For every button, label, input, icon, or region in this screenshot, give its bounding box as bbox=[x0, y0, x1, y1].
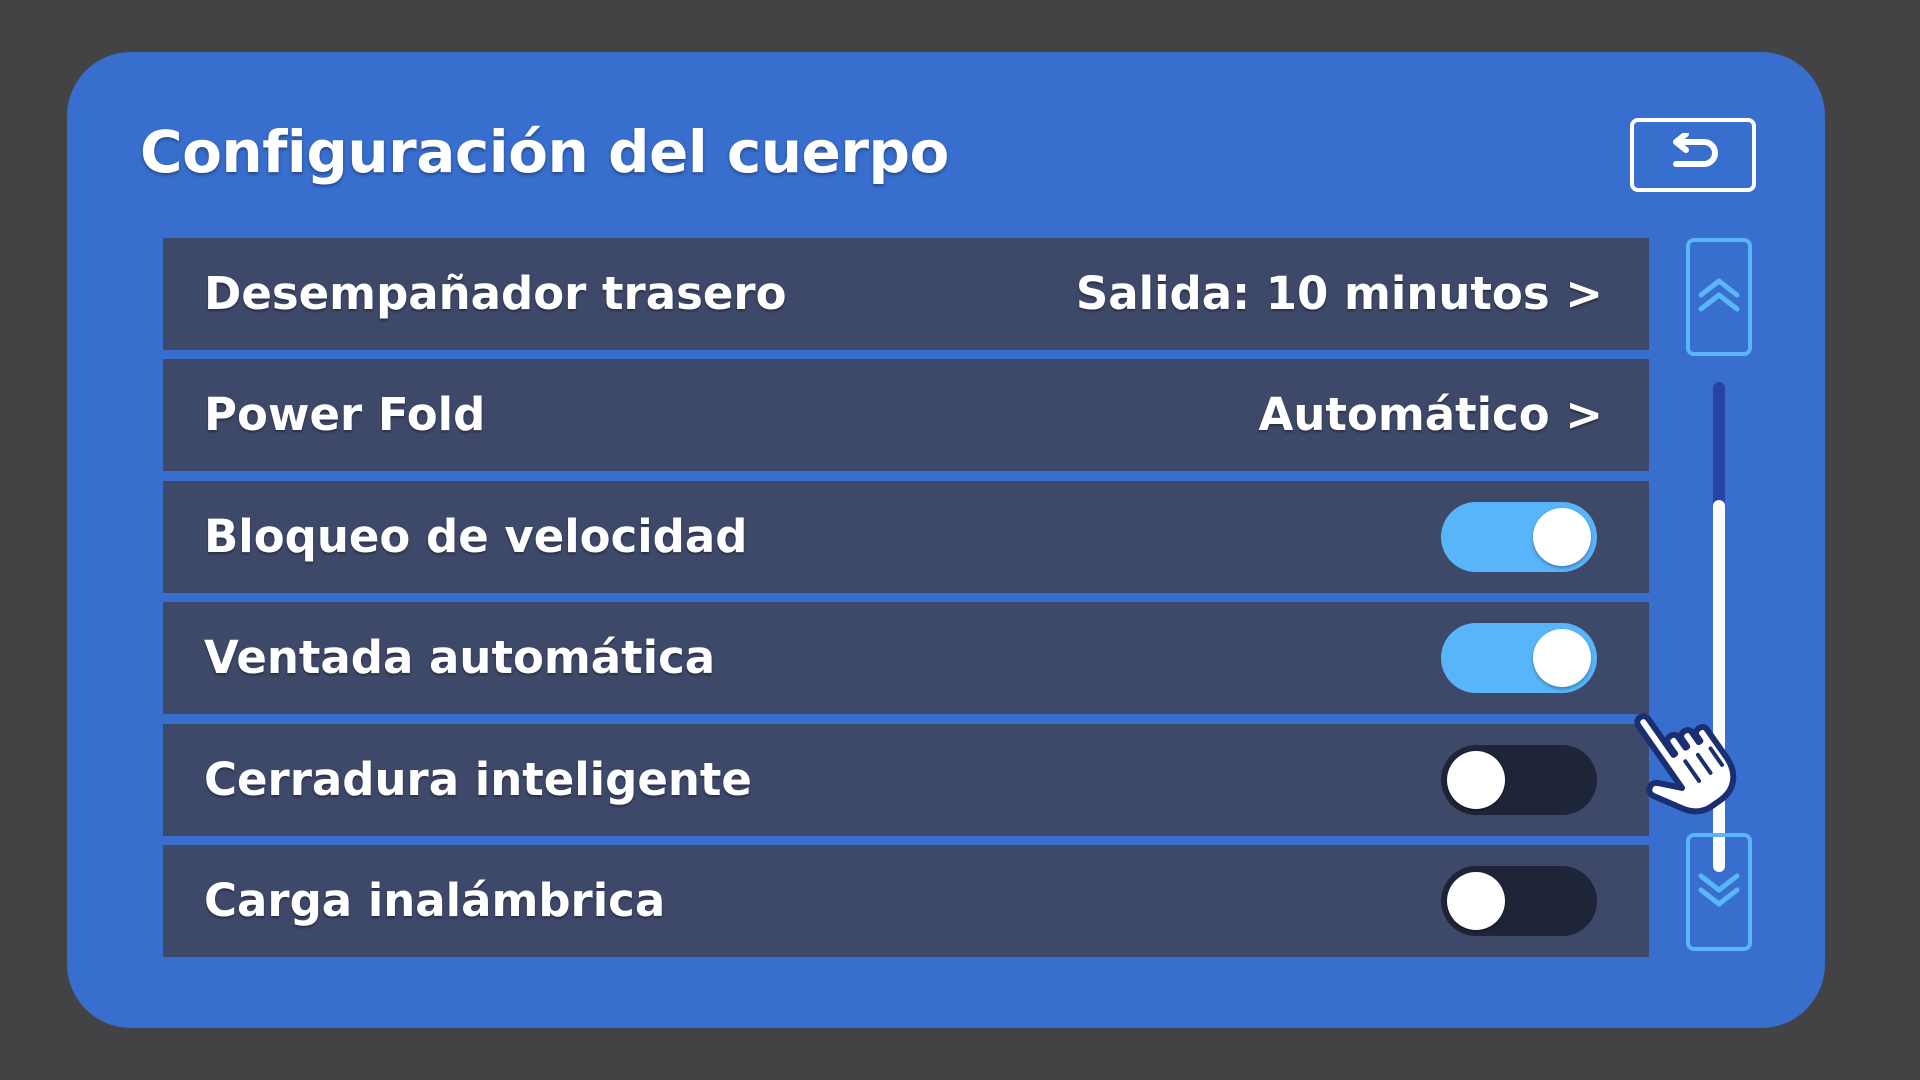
setting-row-auto-window: Ventada automática bbox=[163, 602, 1649, 714]
setting-value: Salida: 10 minutos > bbox=[1075, 267, 1603, 320]
setting-label: Carga inalámbrica bbox=[204, 874, 666, 927]
double-chevron-up-icon bbox=[1697, 275, 1741, 319]
wireless-charging-toggle[interactable] bbox=[1441, 866, 1597, 936]
scrollbar-track[interactable] bbox=[1713, 382, 1725, 872]
setting-label: Bloqueo de velocidad bbox=[204, 510, 748, 563]
settings-panel: Configuración del cuerpo Desempañador tr… bbox=[67, 52, 1825, 1028]
setting-label: Power Fold bbox=[204, 388, 486, 441]
scrollbar-thumb[interactable] bbox=[1713, 500, 1725, 872]
setting-label: Ventada automática bbox=[204, 631, 716, 684]
setting-row-speed-lock: Bloqueo de velocidad bbox=[163, 481, 1649, 593]
setting-row-smart-lock: Cerradura inteligente bbox=[163, 724, 1649, 836]
setting-value: Automático > bbox=[1258, 388, 1603, 441]
smart-lock-toggle[interactable] bbox=[1441, 745, 1597, 815]
setting-label: Cerradura inteligente bbox=[204, 753, 752, 806]
setting-row-power-fold[interactable]: Power Fold Automático > bbox=[163, 359, 1649, 471]
setting-row-wireless-charging: Carga inalámbrica bbox=[163, 845, 1649, 957]
scroll-up-button[interactable] bbox=[1686, 238, 1752, 356]
scroll-down-button[interactable] bbox=[1686, 833, 1752, 951]
speed-lock-toggle[interactable] bbox=[1441, 502, 1597, 572]
back-arrow-icon bbox=[1662, 131, 1724, 177]
toggle-knob bbox=[1533, 629, 1591, 687]
setting-label: Desempañador trasero bbox=[204, 267, 787, 320]
toggle-knob bbox=[1447, 751, 1505, 809]
toggle-knob bbox=[1447, 872, 1505, 930]
back-button[interactable] bbox=[1630, 118, 1756, 192]
setting-row-rear-defrost[interactable]: Desempañador trasero Salida: 10 minutos … bbox=[163, 238, 1649, 350]
page-title: Configuración del cuerpo bbox=[140, 118, 949, 186]
toggle-knob bbox=[1533, 508, 1591, 566]
double-chevron-down-icon bbox=[1697, 870, 1741, 914]
auto-window-toggle[interactable] bbox=[1441, 623, 1597, 693]
